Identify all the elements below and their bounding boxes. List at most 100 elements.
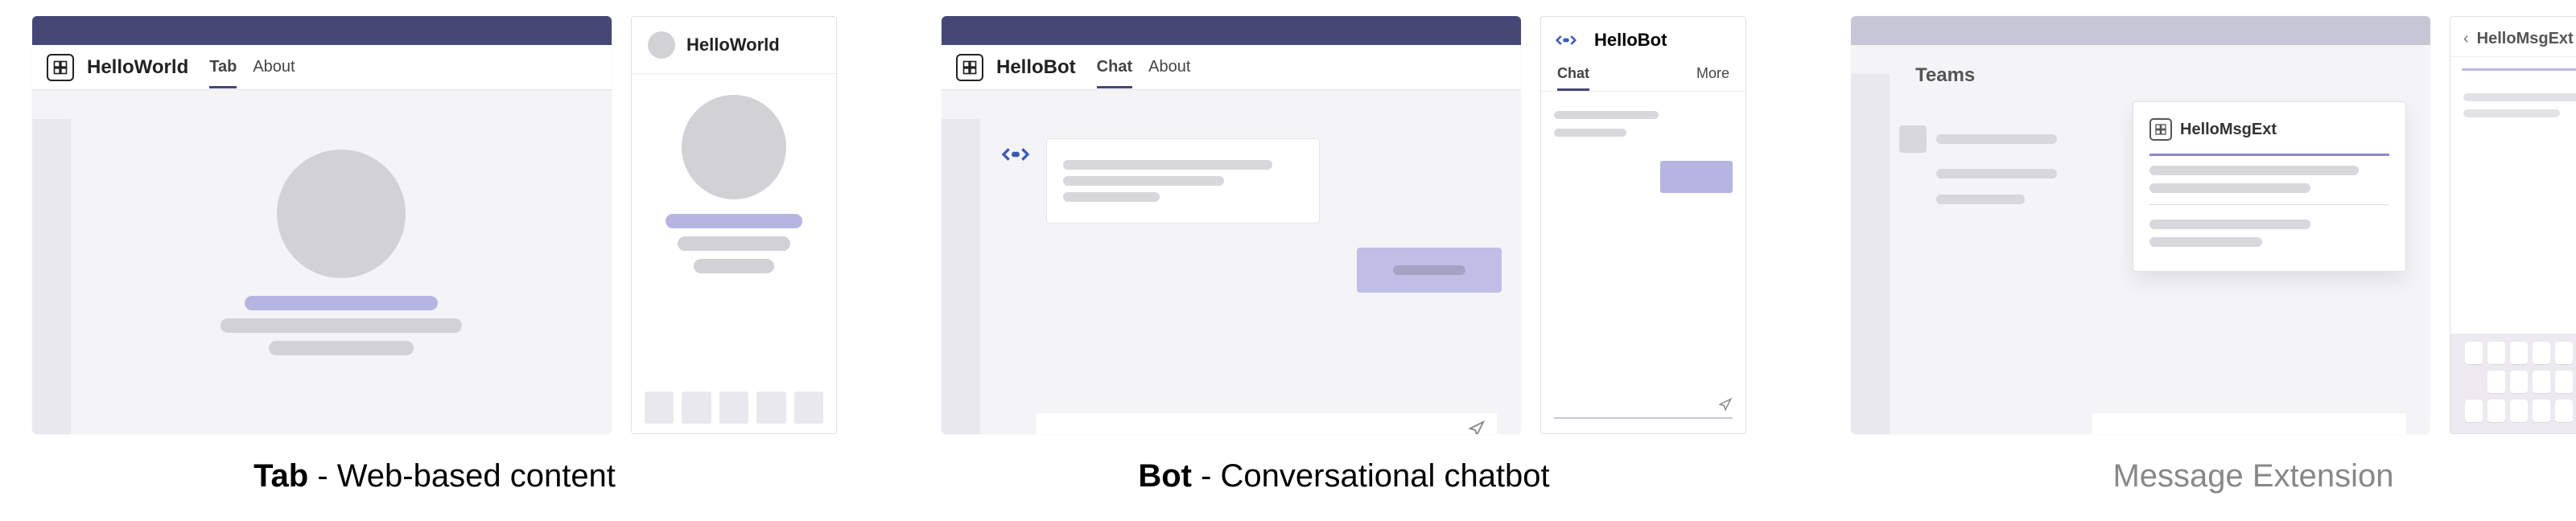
topbar: HelloWorld Tab About (32, 45, 612, 90)
result-line[interactable] (2149, 219, 2310, 229)
msgext-mobile-window: ‹ HelloMsgExt (2450, 16, 2576, 434)
user-message (1660, 161, 1733, 193)
app-icon (956, 54, 983, 81)
mobile-title: HelloMsgExt (2477, 30, 2574, 48)
left-rail (32, 119, 71, 434)
tab-more[interactable]: More (1696, 57, 1729, 91)
group-msgext: Teams HelloMsgExt (1851, 16, 2576, 494)
mobile-body (632, 74, 836, 382)
list-item[interactable] (1899, 125, 2108, 153)
text-line (1063, 192, 1160, 202)
bot-icon (999, 138, 1032, 170)
mobile-title: HelloWorld (686, 35, 780, 55)
text-line (1936, 195, 2025, 204)
compose-box[interactable] (2092, 413, 2406, 434)
text-line-accent (666, 214, 802, 228)
tab-content (71, 119, 612, 434)
tab-about[interactable]: About (1148, 47, 1190, 88)
text-line (694, 259, 774, 273)
tab-about[interactable]: About (253, 47, 295, 88)
tab-chat[interactable]: Chat (1097, 47, 1132, 88)
result-line[interactable] (2149, 237, 2262, 247)
text-line (1554, 129, 1626, 137)
left-rail (942, 119, 980, 434)
text-line (678, 236, 790, 251)
group-tab: HelloWorld Tab About (32, 16, 837, 494)
text-line-accent (245, 296, 438, 310)
tab-tab[interactable]: Tab (209, 47, 237, 88)
msgext-desktop-window: Teams HelloMsgExt (1851, 16, 2430, 434)
chat-area (980, 119, 1521, 434)
message-card (1046, 138, 1320, 224)
app-title: HelloWorld (87, 56, 188, 79)
text-line (221, 318, 462, 333)
send-icon[interactable] (1468, 420, 1486, 434)
app-title: HelloBot (996, 56, 1076, 79)
send-icon[interactable] (1718, 397, 1733, 412)
text-line (1554, 111, 1659, 119)
msgext-popover: HelloMsgExt (2133, 101, 2406, 272)
avatar-placeholder (277, 150, 406, 278)
diagram-row: HelloWorld Tab About (32, 16, 2544, 494)
text-line (1063, 176, 1224, 186)
mobile-nav (632, 382, 836, 433)
popover-header: HelloMsgExt (2149, 118, 2389, 141)
back-icon[interactable]: ‹ (2463, 30, 2469, 48)
text-line (1936, 134, 2057, 144)
mobile-header: HelloWorld (632, 17, 836, 74)
tab-desktop-window: HelloWorld Tab About (32, 16, 612, 434)
tab-chat[interactable]: Chat (1557, 57, 1589, 91)
topbar: HelloBot Chat About (942, 45, 1521, 90)
tab-strip: Tab About (209, 47, 295, 88)
app-icon (47, 54, 74, 81)
search-underline[interactable] (2462, 68, 2576, 71)
channel-list (1899, 125, 2108, 220)
compose-box[interactable] (1037, 413, 1497, 434)
titlebar (1851, 16, 2430, 45)
avatar-icon (648, 31, 675, 59)
bot-message (999, 138, 1502, 224)
teams-heading: Teams (1851, 45, 2430, 96)
nav-item[interactable] (756, 392, 785, 424)
mobile-tabs: Chat More (1541, 52, 1745, 92)
soft-keyboard[interactable] (2450, 334, 2576, 433)
text-line (269, 341, 414, 355)
text-line (1063, 160, 1272, 170)
caption-tab: Tab - Web-based content (253, 458, 616, 494)
mobile-chat (1541, 92, 1745, 433)
titlebar (32, 16, 612, 45)
popover-title: HelloMsgExt (2180, 121, 2277, 139)
list-item[interactable] (1899, 169, 2108, 178)
text-line (1393, 265, 1465, 275)
bot-icon (1554, 28, 1578, 52)
titlebar (942, 16, 1521, 45)
divider (2149, 204, 2389, 205)
tab-mobile-window: HelloWorld (631, 16, 837, 434)
caption-bot: Bot - Conversational chatbot (1138, 458, 1549, 494)
caption-msgext: Message Extension (2112, 458, 2393, 494)
user-message (1357, 248, 1502, 293)
team-avatar-icon (1899, 125, 1927, 153)
result-line[interactable] (2149, 183, 2310, 193)
nav-item[interactable] (794, 392, 823, 424)
bot-mobile-window: HelloBot Chat More (1540, 16, 1746, 434)
result-line[interactable] (2463, 109, 2560, 117)
compose-box[interactable] (1554, 392, 1733, 419)
search-underline[interactable] (2149, 154, 2389, 156)
group-bot: HelloBot Chat About (942, 16, 1746, 494)
nav-item[interactable] (645, 392, 674, 424)
result-line[interactable] (2149, 166, 2359, 175)
result-line[interactable] (2463, 93, 2576, 101)
nav-item[interactable] (682, 392, 711, 424)
mobile-title: HelloBot (1594, 30, 1667, 51)
app-icon (2149, 118, 2172, 141)
tab-strip: Chat About (1097, 47, 1191, 88)
nav-item[interactable] (719, 392, 748, 424)
mobile-header: ‹ HelloMsgExt (2450, 17, 2576, 57)
text-line (1936, 169, 2057, 178)
bot-desktop-window: HelloBot Chat About (942, 16, 1521, 434)
list-item[interactable] (1899, 195, 2108, 204)
avatar-placeholder (682, 95, 786, 199)
result-list (2450, 76, 2576, 135)
left-rail (1851, 74, 1890, 434)
